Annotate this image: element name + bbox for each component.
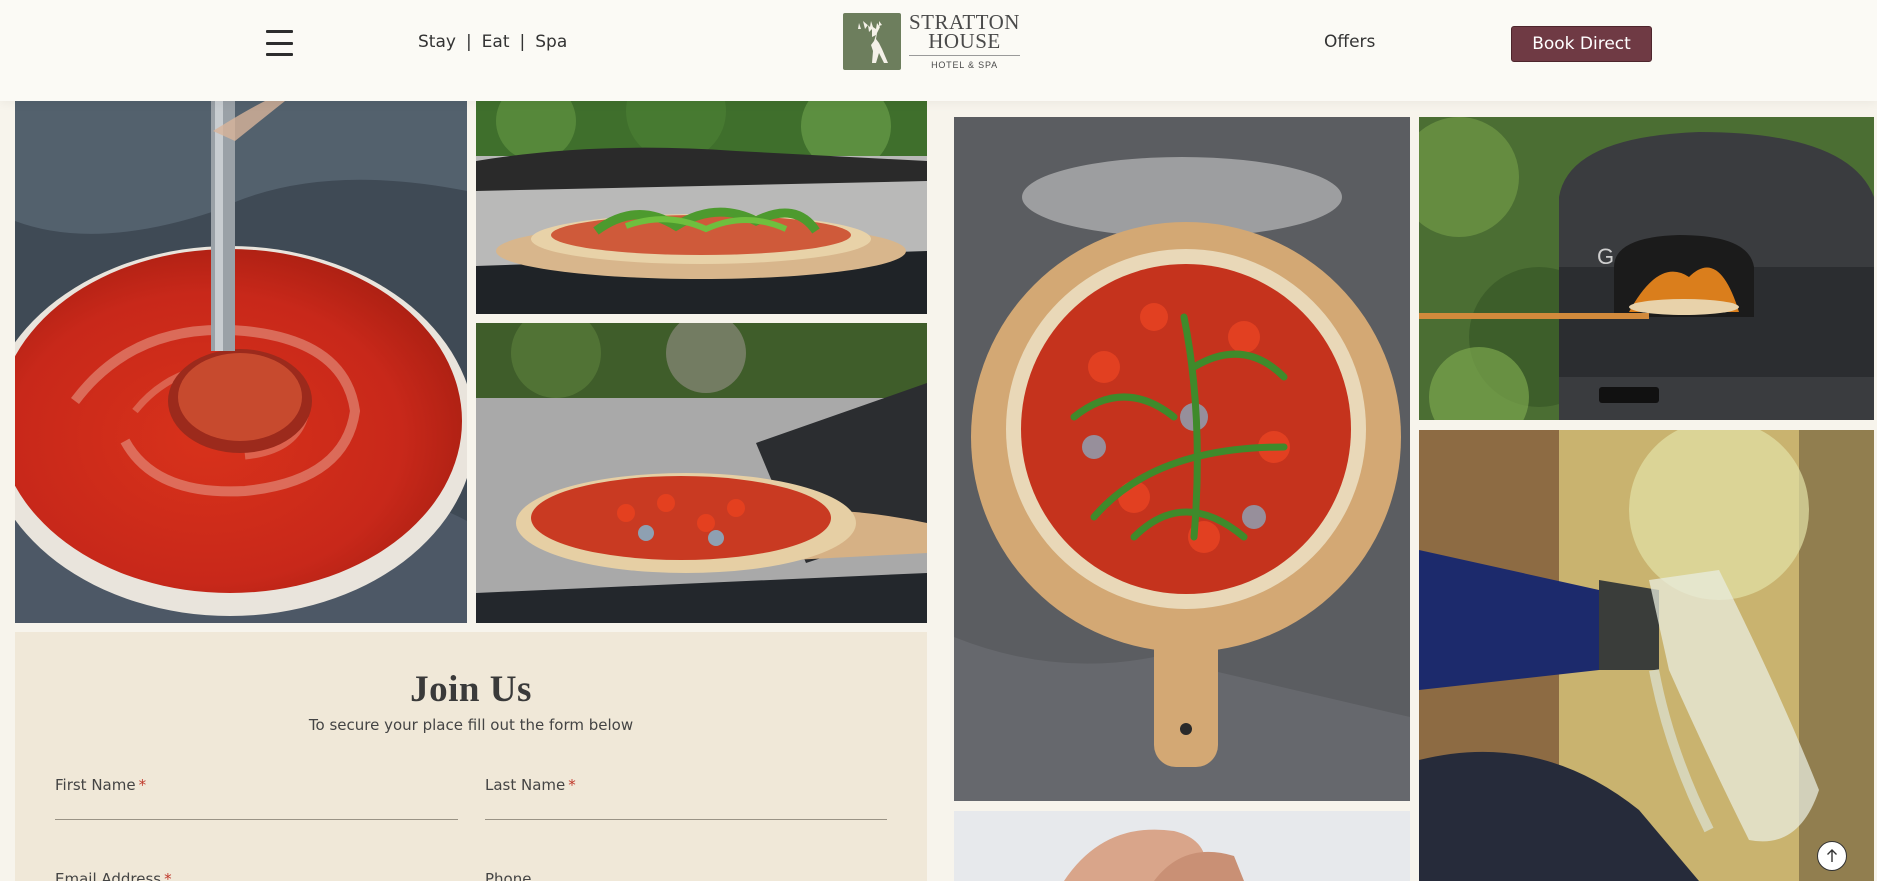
required-mark: * — [138, 776, 147, 794]
svg-text:G: G — [1597, 244, 1614, 269]
nav-separator: | — [465, 32, 472, 52]
gallery-image-pizza-metal-peel — [476, 323, 927, 623]
nav-separator: | — [519, 32, 526, 52]
stag-icon — [843, 13, 901, 70]
nav-link-eat[interactable]: Eat — [482, 32, 510, 52]
logo-wordmark: STRATTON HOUSE HOTEL & SPA — [909, 12, 1020, 70]
nav-link-stay[interactable]: Stay — [418, 32, 456, 52]
join-subtitle: To secure your place fill out the form b… — [308, 716, 634, 734]
join-form-panel: Join Us To secure your place fill out th… — [15, 632, 927, 881]
book-direct-button[interactable]: Book Direct — [1511, 26, 1652, 62]
gallery-image-pizza-board — [954, 117, 1410, 801]
phone-field[interactable]: Phone — [485, 870, 887, 881]
phone-label: Phone — [485, 870, 532, 881]
email-field[interactable]: Email Address * — [55, 870, 458, 881]
logo-subtitle: HOTEL & SPA — [909, 55, 1020, 70]
gallery-image-chef-hands — [954, 811, 1410, 881]
offers-link[interactable]: Offers — [1324, 32, 1375, 52]
last-name-input[interactable] — [485, 794, 887, 818]
gallery-image-prosecco — [1419, 430, 1874, 881]
hamburger-menu-icon[interactable] — [266, 30, 293, 56]
field-underline — [485, 819, 887, 820]
arrow-up-icon[interactable] — [1817, 841, 1847, 871]
join-title: Join Us — [410, 669, 532, 710]
site-logo[interactable]: STRATTON HOUSE HOTEL & SPA — [843, 12, 1020, 70]
nav-link-spa[interactable]: Spa — [535, 32, 567, 52]
first-name-label: First Name * — [55, 776, 147, 794]
logo-name-line2: HOUSE — [928, 29, 1001, 53]
gallery-image-pizza-oven: G — [1419, 117, 1874, 420]
required-mark: * — [164, 870, 172, 881]
required-mark: * — [568, 776, 576, 794]
field-underline — [55, 819, 458, 820]
gallery-image-pizza-peel — [476, 101, 927, 314]
site-header: Stay | Eat | Spa STRATTON HOUSE HOTEL & … — [0, 0, 1877, 101]
gallery-image-sauce-ladle — [15, 101, 467, 623]
first-name-field[interactable]: First Name * — [55, 776, 458, 820]
last-name-label: Last Name * — [485, 776, 576, 794]
email-label: Email Address * — [55, 870, 458, 881]
top-nav: Stay | Eat | Spa — [418, 32, 567, 52]
last-name-field[interactable]: Last Name * — [485, 776, 887, 820]
first-name-input[interactable] — [55, 794, 458, 818]
